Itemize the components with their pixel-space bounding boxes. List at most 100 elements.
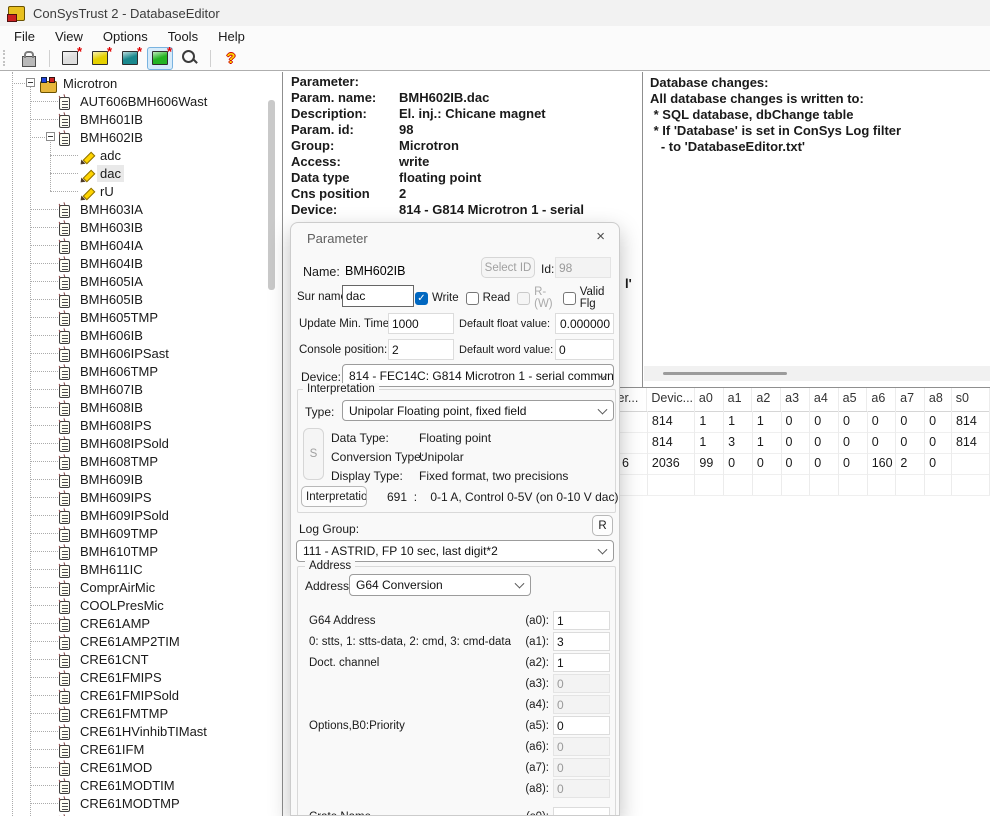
tree-item[interactable]: CRE61AMP2TIM <box>0 632 282 650</box>
table-cell[interactable]: 0 <box>782 432 811 453</box>
tree-item[interactable]: BMH605TMP <box>0 308 282 326</box>
checkbox-valid-flg[interactable] <box>563 292 576 305</box>
tree-item[interactable]: dac <box>0 164 282 182</box>
table-header-cell[interactable]: s0 <box>952 388 990 411</box>
table-cell[interactable] <box>839 474 868 495</box>
tree-item[interactable]: ComprAirMic <box>0 578 282 596</box>
tree-item[interactable]: BMH601IB <box>0 110 282 128</box>
address-input-a8[interactable] <box>553 779 610 798</box>
checkbox-write[interactable]: ✓ <box>415 292 428 305</box>
close-icon[interactable]: × <box>596 228 605 245</box>
table-cell[interactable] <box>952 453 990 474</box>
checkbox-r-w-[interactable] <box>517 292 530 305</box>
table-cell[interactable]: 0 <box>782 411 811 432</box>
table-cell[interactable]: 0 <box>925 432 952 453</box>
table-cell[interactable]: 0 <box>839 432 868 453</box>
table-header-cell[interactable]: a1 <box>724 388 753 411</box>
table-cell[interactable]: 0 <box>896 411 925 432</box>
table-cell[interactable]: 160 <box>868 453 897 474</box>
table-row[interactable]: 814111000000814 <box>608 411 990 433</box>
select-id-button[interactable]: Select ID <box>481 257 535 278</box>
table-cell[interactable]: 0 <box>868 432 897 453</box>
table-cell[interactable]: 0 <box>839 453 868 474</box>
tree-item[interactable]: BMH605IB <box>0 290 282 308</box>
address-input-a2[interactable] <box>553 653 610 672</box>
table-cell[interactable]: 814 <box>952 411 990 432</box>
table-header-cell[interactable]: a0 <box>695 388 724 411</box>
table-header-cell[interactable]: a4 <box>810 388 839 411</box>
table-cell[interactable]: 814 <box>648 411 695 432</box>
tree-item[interactable]: BMH606IB <box>0 326 282 344</box>
table-cell[interactable]: 0 <box>925 453 952 474</box>
menu-options[interactable]: Options <box>93 28 158 45</box>
table-header-cell[interactable]: a3 <box>781 388 810 411</box>
table-cell[interactable] <box>896 474 925 495</box>
table-header-cell[interactable]: Devic... <box>647 388 695 411</box>
table-cell[interactable]: 1 <box>753 432 782 453</box>
tree-item[interactable]: BMH604IA <box>0 236 282 254</box>
table-cell[interactable]: 1 <box>724 411 753 432</box>
h-scrollbar-track[interactable] <box>644 366 990 381</box>
table-cell[interactable] <box>753 474 782 495</box>
table-cell[interactable] <box>724 474 753 495</box>
tree-item[interactable]: BMH603IA <box>0 200 282 218</box>
menu-view[interactable]: View <box>45 28 93 45</box>
db-yellow-button[interactable]: * <box>87 47 113 70</box>
default-float-input[interactable] <box>555 313 614 334</box>
table-cell[interactable]: 1 <box>695 411 724 432</box>
table-cell[interactable]: 0 <box>810 411 839 432</box>
tree-item[interactable]: BMH610TMP <box>0 542 282 560</box>
tree-item[interactable]: CRE61FMTMP <box>0 704 282 722</box>
tree-item[interactable]: BMH608IB <box>0 398 282 416</box>
table-cell[interactable]: 2 <box>896 453 925 474</box>
tree-item[interactable]: rU <box>0 182 282 200</box>
menu-help[interactable]: Help <box>208 28 255 45</box>
table-cell[interactable]: 0 <box>724 453 753 474</box>
table-cell[interactable] <box>782 474 811 495</box>
table-cell[interactable] <box>648 474 695 495</box>
tree-item[interactable]: BMH609IB <box>0 470 282 488</box>
address-input-s0[interactable] <box>553 807 610 816</box>
tree-item[interactable]: CRE61MODTIM <box>0 776 282 794</box>
tree-item[interactable]: BMH603IB <box>0 218 282 236</box>
table-row[interactable]: 62036990000016020 <box>608 453 990 475</box>
tree-item[interactable]: CRE61CNT <box>0 650 282 668</box>
tree-item[interactable]: BMH609IPS <box>0 488 282 506</box>
table-cell[interactable]: 0 <box>810 432 839 453</box>
tree-item[interactable]: Microtron <box>0 74 282 92</box>
default-word-input[interactable] <box>555 339 614 360</box>
address-input-a0[interactable] <box>553 611 610 630</box>
address-input-a6[interactable] <box>553 737 610 756</box>
table-header-cell[interactable]: a6 <box>867 388 896 411</box>
h-scrollbar-thumb[interactable] <box>663 372 787 375</box>
db-grey-button[interactable]: * <box>57 47 83 70</box>
tree-item[interactable]: BMH608IPS <box>0 416 282 434</box>
table-cell[interactable]: 814 <box>952 432 990 453</box>
tree-item[interactable]: BMH606IPSast <box>0 344 282 362</box>
table-cell[interactable]: 0 <box>868 411 897 432</box>
tree-expander-minus[interactable] <box>26 78 35 87</box>
table-cell[interactable]: 0 <box>810 453 839 474</box>
tree-item[interactable]: CRE61FMIPSold <box>0 686 282 704</box>
s-button[interactable]: S <box>303 428 324 480</box>
tree-item[interactable]: CRE61IFM <box>0 740 282 758</box>
menu-file[interactable]: File <box>4 28 45 45</box>
table-cell[interactable]: 99 <box>695 453 724 474</box>
tree-item[interactable]: CRE61FMIPS <box>0 668 282 686</box>
table-cell[interactable] <box>952 474 990 495</box>
address-input-a4[interactable] <box>553 695 610 714</box>
table-header-cell[interactable]: a7 <box>896 388 925 411</box>
help-button[interactable]: ? <box>218 47 244 70</box>
table-cell[interactable]: 1 <box>753 411 782 432</box>
tree-item[interactable]: BMH608TMP <box>0 452 282 470</box>
table-cell[interactable]: 0 <box>925 411 952 432</box>
table-header-cell[interactable]: a8 <box>925 388 952 411</box>
table-cell[interactable]: 814 <box>648 432 695 453</box>
tree-item[interactable]: BMH606TMP <box>0 362 282 380</box>
tree-item[interactable]: CRE61MODTMP <box>0 794 282 812</box>
toolbar-grip[interactable] <box>3 50 9 66</box>
tree-item[interactable]: BMH607IB <box>0 380 282 398</box>
table-cell[interactable] <box>695 474 724 495</box>
checkbox-read[interactable] <box>466 292 479 305</box>
tree-item[interactable]: BMH608IPSold <box>0 434 282 452</box>
